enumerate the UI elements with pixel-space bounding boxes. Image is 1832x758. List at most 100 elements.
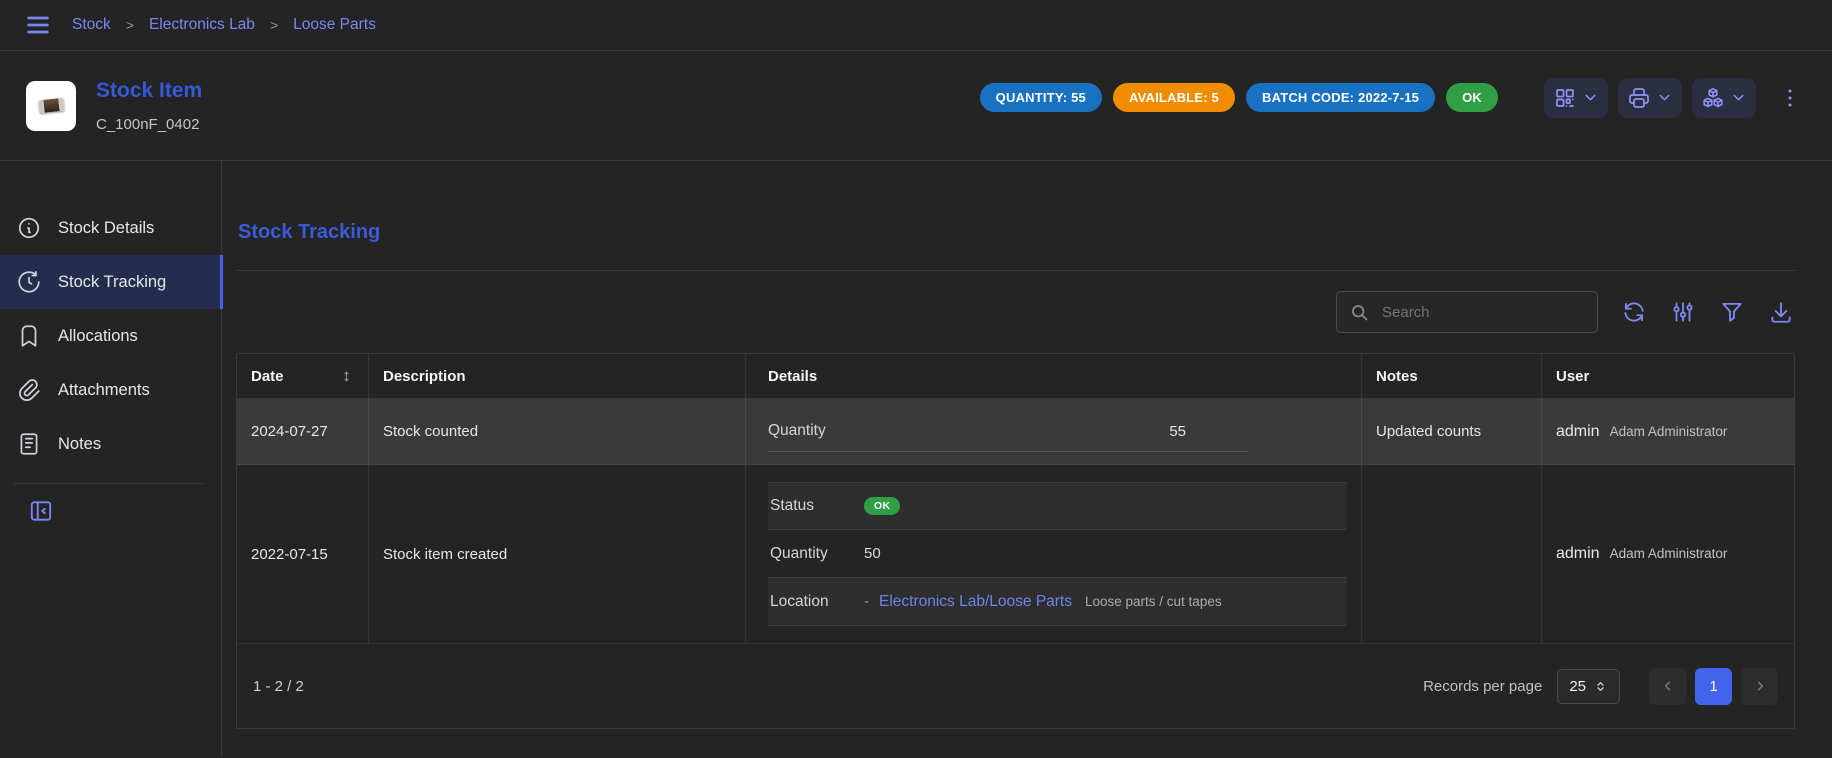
column-header-label: Date bbox=[251, 368, 284, 385]
status-ok-pill: OK bbox=[864, 497, 900, 515]
details-quantity-row: Quantity 55 bbox=[768, 411, 1248, 452]
status-badges: QUANTITY: 55 AVAILABLE: 5 BATCH CODE: 20… bbox=[980, 83, 1498, 112]
record-range: 1 - 2 / 2 bbox=[253, 678, 304, 695]
column-header-label: Description bbox=[383, 368, 466, 385]
sidebar-item-stock-tracking[interactable]: Stock Tracking bbox=[0, 255, 221, 309]
previous-page-button[interactable] bbox=[1649, 668, 1686, 705]
cell-date: 2022-07-15 bbox=[237, 465, 369, 643]
sidebar-collapse-icon[interactable] bbox=[22, 492, 60, 530]
notes-icon bbox=[16, 431, 42, 457]
sidebar-item-label: Stock Tracking bbox=[58, 273, 166, 292]
cell-user: admin Adam Administrator bbox=[1542, 465, 1794, 643]
table-header-row: Date Description Details Notes User bbox=[237, 354, 1794, 399]
stock-item-thumbnail[interactable] bbox=[26, 81, 76, 131]
breadcrumb: Stock > Electronics Lab > Loose Parts bbox=[72, 16, 376, 34]
page-header: Stock Item C_100nF_0402 QUANTITY: 55 AVA… bbox=[0, 51, 1832, 161]
pager: 1 bbox=[1649, 668, 1778, 705]
sidebar-item-stock-details[interactable]: Stock Details bbox=[0, 201, 221, 255]
username: admin bbox=[1556, 423, 1600, 441]
details-value: 55 bbox=[1169, 423, 1248, 440]
column-header-label: Notes bbox=[1376, 368, 1418, 385]
barcode-actions-button[interactable] bbox=[1544, 78, 1608, 118]
sort-icon[interactable] bbox=[339, 369, 354, 384]
part-name: C_100nF_0402 bbox=[96, 116, 202, 133]
page-title: Stock Item bbox=[96, 79, 202, 103]
refresh-icon[interactable] bbox=[1620, 298, 1648, 326]
download-icon[interactable] bbox=[1767, 298, 1795, 326]
heading-divider bbox=[236, 270, 1795, 271]
cell-details: Status OK Quantity 50 Location - Electro… bbox=[746, 465, 1362, 643]
stock-operations-button[interactable] bbox=[1692, 78, 1756, 118]
batch-code-badge: BATCH CODE: 2022-7-15 bbox=[1246, 83, 1435, 112]
column-header-label: Details bbox=[768, 368, 817, 385]
sidebar-item-notes[interactable]: Notes bbox=[0, 417, 221, 471]
main-panel: Stock Tracking bbox=[222, 161, 1832, 756]
column-header-description[interactable]: Description bbox=[369, 354, 746, 398]
more-options-icon[interactable] bbox=[1774, 82, 1806, 114]
breadcrumb-electronics-lab[interactable]: Electronics Lab bbox=[149, 16, 255, 34]
breadcrumb-separator: > bbox=[126, 17, 134, 33]
table-toolbar bbox=[236, 291, 1795, 333]
location-dash: - bbox=[864, 593, 869, 610]
column-header-notes[interactable]: Notes bbox=[1362, 354, 1542, 398]
chevron-down-icon bbox=[1656, 89, 1673, 106]
available-badge: AVAILABLE: 5 bbox=[1113, 83, 1235, 112]
cell-date: 2024-07-27 bbox=[237, 399, 369, 464]
filter-icon[interactable] bbox=[1718, 298, 1746, 326]
content-area: Stock Details Stock Tracking Allocations… bbox=[0, 161, 1832, 756]
details-status-row: Status OK bbox=[768, 482, 1347, 530]
pagination-controls: Records per page 25 1 bbox=[1423, 668, 1778, 705]
breadcrumb-stock[interactable]: Stock bbox=[72, 16, 111, 34]
quantity-badge: QUANTITY: 55 bbox=[980, 83, 1102, 112]
info-circle-icon bbox=[16, 215, 42, 241]
cell-user: admin Adam Administrator bbox=[1542, 399, 1794, 464]
cell-details: Quantity 55 bbox=[746, 399, 1362, 464]
qr-code-icon bbox=[1553, 86, 1577, 110]
breadcrumb-loose-parts[interactable]: Loose Parts bbox=[293, 16, 376, 34]
records-per-page-label: Records per page bbox=[1423, 678, 1542, 695]
details-value: 50 bbox=[864, 545, 881, 562]
sidebar: Stock Details Stock Tracking Allocations… bbox=[0, 161, 222, 756]
history-icon bbox=[16, 269, 42, 295]
sidebar-item-label: Notes bbox=[58, 435, 101, 454]
title-block: Stock Item C_100nF_0402 bbox=[96, 79, 202, 133]
print-actions-button[interactable] bbox=[1618, 78, 1682, 118]
search-box bbox=[1336, 291, 1598, 333]
sidebar-item-label: Attachments bbox=[58, 381, 150, 400]
details-label: Location bbox=[770, 593, 864, 611]
chevron-down-icon bbox=[1582, 89, 1599, 106]
hamburger-menu-icon[interactable] bbox=[24, 11, 52, 39]
page-size-select[interactable]: 25 bbox=[1557, 669, 1620, 704]
next-page-button[interactable] bbox=[1741, 668, 1778, 705]
user-full-name: Adam Administrator bbox=[1610, 546, 1728, 561]
column-header-user[interactable]: User bbox=[1542, 354, 1794, 398]
column-header-details[interactable]: Details bbox=[746, 354, 1362, 398]
stock-cubes-icon bbox=[1701, 86, 1725, 110]
panel-heading: Stock Tracking bbox=[238, 221, 1795, 244]
sidebar-item-label: Stock Details bbox=[58, 219, 154, 238]
column-header-date[interactable]: Date bbox=[237, 354, 369, 398]
sidebar-item-attachments[interactable]: Attachments bbox=[0, 363, 221, 417]
toolbar-icons bbox=[1620, 298, 1795, 326]
search-input[interactable] bbox=[1380, 303, 1585, 322]
top-navigation-bar: Stock > Electronics Lab > Loose Parts bbox=[0, 0, 1832, 51]
details-quantity-row: Quantity 50 bbox=[768, 530, 1347, 578]
breadcrumb-separator: > bbox=[270, 17, 278, 33]
search-icon bbox=[1349, 302, 1370, 323]
sidebar-divider bbox=[14, 483, 203, 484]
details-label: Quantity bbox=[768, 422, 826, 440]
column-header-label: User bbox=[1556, 368, 1589, 385]
cell-description: Stock item created bbox=[369, 465, 746, 643]
adjustments-icon[interactable] bbox=[1669, 298, 1697, 326]
stock-tracking-table: Date Description Details Notes User 2024… bbox=[236, 353, 1795, 729]
location-link[interactable]: Electronics Lab/Loose Parts bbox=[879, 593, 1072, 611]
header-actions bbox=[1544, 78, 1806, 118]
page-1-button[interactable]: 1 bbox=[1695, 668, 1732, 705]
paperclip-icon bbox=[16, 377, 42, 403]
cell-notes bbox=[1362, 465, 1542, 643]
table-row[interactable]: 2024-07-27 Stock counted Quantity 55 Upd… bbox=[237, 399, 1794, 465]
chevron-down-icon bbox=[1730, 89, 1747, 106]
sidebar-item-allocations[interactable]: Allocations bbox=[0, 309, 221, 363]
details-label: Quantity bbox=[770, 545, 864, 563]
table-row[interactable]: 2022-07-15 Stock item created Status OK … bbox=[237, 465, 1794, 643]
